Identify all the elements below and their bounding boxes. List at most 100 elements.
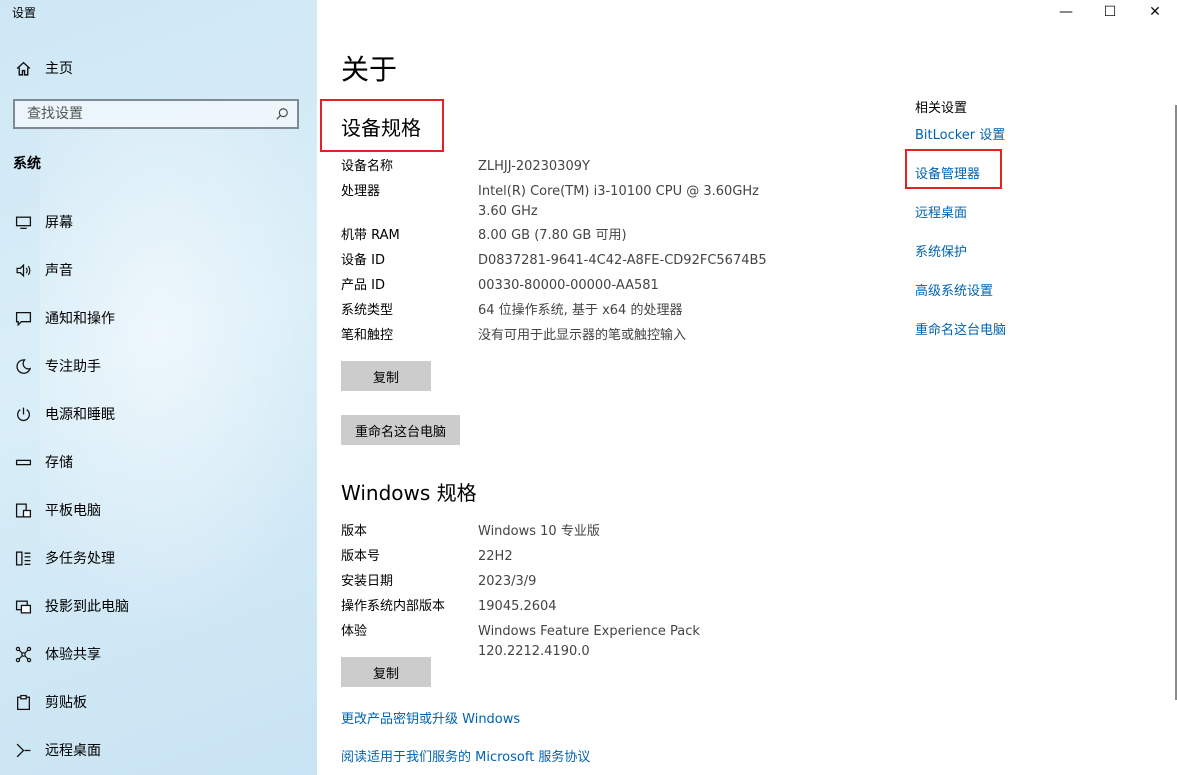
spec-value: ZLHJJ-20230309Y <box>478 159 590 174</box>
close-button[interactable]: ✕ <box>1132 0 1177 24</box>
minimize-button[interactable]: — <box>1043 0 1089 24</box>
spec-row: 笔和触控 没有可用于此显示器的笔或触控输入 <box>341 326 811 351</box>
sidebar-item-label: 存储 <box>45 455 73 471</box>
sidebar-item-label: 屏幕 <box>45 215 73 231</box>
spec-label: 体验 <box>341 624 368 639</box>
spec-row: 设备 ID D0837281-9641-4C42-A8FE-CD92FC5674… <box>341 251 811 276</box>
sidebar-item-power[interactable]: 电源和睡眠 <box>0 390 317 438</box>
page-title: 关于 <box>341 53 398 86</box>
related-link-system-protection[interactable]: 系统保护 <box>915 241 967 260</box>
spec-value: D0837281-9641-4C42-A8FE-CD92FC5674B5 <box>478 253 767 268</box>
notification-icon <box>12 308 34 328</box>
change-product-key-link[interactable]: 更改产品密钥或升级 Windows <box>341 708 520 727</box>
sidebar-item-label: 投影到此电脑 <box>45 599 129 615</box>
spec-value: 19045.2604 <box>478 599 557 614</box>
related-link-bitlocker[interactable]: BitLocker 设置 <box>915 124 1005 143</box>
storage-icon <box>12 452 34 472</box>
spec-row: 机带 RAM 8.00 GB (7.80 GB 可用) <box>341 226 811 251</box>
sidebar-item-project[interactable]: 投影到此电脑 <box>0 582 317 630</box>
sidebar-item-home[interactable]: 主页 <box>12 58 73 78</box>
search-box[interactable] <box>13 99 299 129</box>
maximize-button[interactable]: ☐ <box>1087 0 1133 24</box>
spec-label: 产品 ID <box>341 278 385 293</box>
spec-row: 体验 Windows Feature Experience Pack 120.2… <box>341 622 811 662</box>
spec-row: 设备名称 ZLHJJ-20230309Y <box>341 157 811 182</box>
sidebar-item-display[interactable]: 屏幕 <box>0 198 317 246</box>
spec-value: 8.00 GB (7.80 GB 可用) <box>478 228 627 243</box>
sidebar-item-label: 体验共享 <box>45 647 101 663</box>
windows-specs-list: 版本 Windows 10 专业版 版本号 22H2 安装日期 2023/3/9… <box>341 522 811 662</box>
related-link-remote-desktop[interactable]: 远程桌面 <box>915 202 967 221</box>
copy-windows-specs-button[interactable]: 复制 <box>341 657 431 687</box>
minimize-icon: — <box>1059 4 1073 20</box>
related-link-rename-pc[interactable]: 重命名这台电脑 <box>915 319 1006 338</box>
projector-icon <box>12 596 34 616</box>
rename-pc-button[interactable]: 重命名这台电脑 <box>341 415 461 445</box>
spec-label: 机带 RAM <box>341 228 400 243</box>
sidebar-item-focus-assist[interactable]: 专注助手 <box>0 342 317 390</box>
sidebar-item-multitasking[interactable]: 多任务处理 <box>0 534 317 582</box>
sidebar-item-sound[interactable]: 声音 <box>0 246 317 294</box>
clipboard-icon <box>12 692 34 712</box>
home-icon <box>12 58 34 78</box>
search-icon[interactable] <box>275 107 289 121</box>
sidebar-item-label: 多任务处理 <box>45 551 115 567</box>
sidebar-nav: 屏幕 声音 通知和操作 专注助手 电源和睡眠 存储 平板电脑 多任务处理 投影到… <box>0 198 317 774</box>
sidebar-item-remote-desktop[interactable]: 远程桌面 <box>0 726 317 774</box>
spec-row: 处理器 Intel(R) Core(TM) i3-10100 CPU @ 3.6… <box>341 182 811 226</box>
sidebar-item-clipboard[interactable]: 剪贴板 <box>0 678 317 726</box>
maximize-icon: ☐ <box>1103 4 1117 20</box>
multitask-icon <box>12 548 34 568</box>
sidebar-item-notifications[interactable]: 通知和操作 <box>0 294 317 342</box>
sidebar-item-shared-experiences[interactable]: 体验共享 <box>0 630 317 678</box>
spec-value: 64 位操作系统, 基于 x64 的处理器 <box>478 303 683 318</box>
spec-label: 设备名称 <box>341 159 394 174</box>
spec-label: 操作系统内部版本 <box>341 599 446 614</box>
spec-value: 2023/3/9 <box>478 574 537 589</box>
tablet-icon <box>12 500 34 520</box>
power-icon <box>12 404 34 424</box>
spec-row: 版本号 22H2 <box>341 547 811 572</box>
device-specs-title: 设备规格 <box>341 116 421 140</box>
spec-label: 设备 ID <box>341 253 385 268</box>
windows-specs-title: Windows 规格 <box>341 481 477 505</box>
sidebar-section-system: 系统 <box>13 156 41 172</box>
sidebar-item-label: 远程桌面 <box>45 743 101 759</box>
search-input[interactable] <box>25 105 269 123</box>
spec-value: 22H2 <box>478 549 513 564</box>
sidebar-item-label: 电源和睡眠 <box>45 407 115 423</box>
sidebar-item-tablet[interactable]: 平板电脑 <box>0 486 317 534</box>
sidebar-item-label: 剪贴板 <box>45 695 87 711</box>
sidebar-item-label: 声音 <box>45 263 73 279</box>
spec-label: 系统类型 <box>341 303 394 318</box>
spec-label: 处理器 <box>341 184 381 199</box>
close-icon: ✕ <box>1149 4 1161 20</box>
spec-value: 没有可用于此显示器的笔或触控输入 <box>478 328 687 343</box>
related-link-device-manager[interactable]: 设备管理器 <box>915 163 980 182</box>
spec-label: 安装日期 <box>341 574 394 589</box>
related-settings-header: 相关设置 <box>915 101 968 116</box>
sidebar: 设置 主页 系统 屏幕 声音 通知和操作 专注助手 <box>0 0 317 775</box>
sidebar-item-home-label: 主页 <box>45 61 73 77</box>
service-agreement-link[interactable]: 阅读适用于我们服务的 Microsoft 服务协议 <box>341 746 590 765</box>
spec-row: 版本 Windows 10 专业版 <box>341 522 811 547</box>
spec-value: Windows Feature Experience Pack 120.2212… <box>478 624 700 659</box>
spec-value: Windows 10 专业版 <box>478 524 600 539</box>
main-content: — ☐ ✕ 关于 设备规格 设备名称 ZLHJJ-20230309Y 处理器 I… <box>317 0 1177 775</box>
spec-row: 操作系统内部版本 19045.2604 <box>341 597 811 622</box>
spec-row: 产品 ID 00330-80000-00000-AA581 <box>341 276 811 301</box>
copy-device-specs-button[interactable]: 复制 <box>341 361 431 391</box>
sidebar-item-label: 通知和操作 <box>45 311 115 327</box>
sidebar-item-storage[interactable]: 存储 <box>0 438 317 486</box>
related-link-advanced-system-settings[interactable]: 高级系统设置 <box>915 280 993 299</box>
spec-label: 版本号 <box>341 549 381 564</box>
sidebar-item-label: 专注助手 <box>45 359 101 375</box>
spec-value: Intel(R) Core(TM) i3-10100 CPU @ 3.60GHz… <box>478 184 759 219</box>
sidebar-item-label: 平板电脑 <box>45 503 101 519</box>
app-title: 设置 <box>12 6 37 20</box>
spec-label: 版本 <box>341 524 368 539</box>
spec-value: 00330-80000-00000-AA581 <box>478 278 659 293</box>
share-icon <box>12 644 34 664</box>
device-specs-list: 设备名称 ZLHJJ-20230309Y 处理器 Intel(R) Core(T… <box>341 157 811 351</box>
remote-icon <box>12 740 34 760</box>
